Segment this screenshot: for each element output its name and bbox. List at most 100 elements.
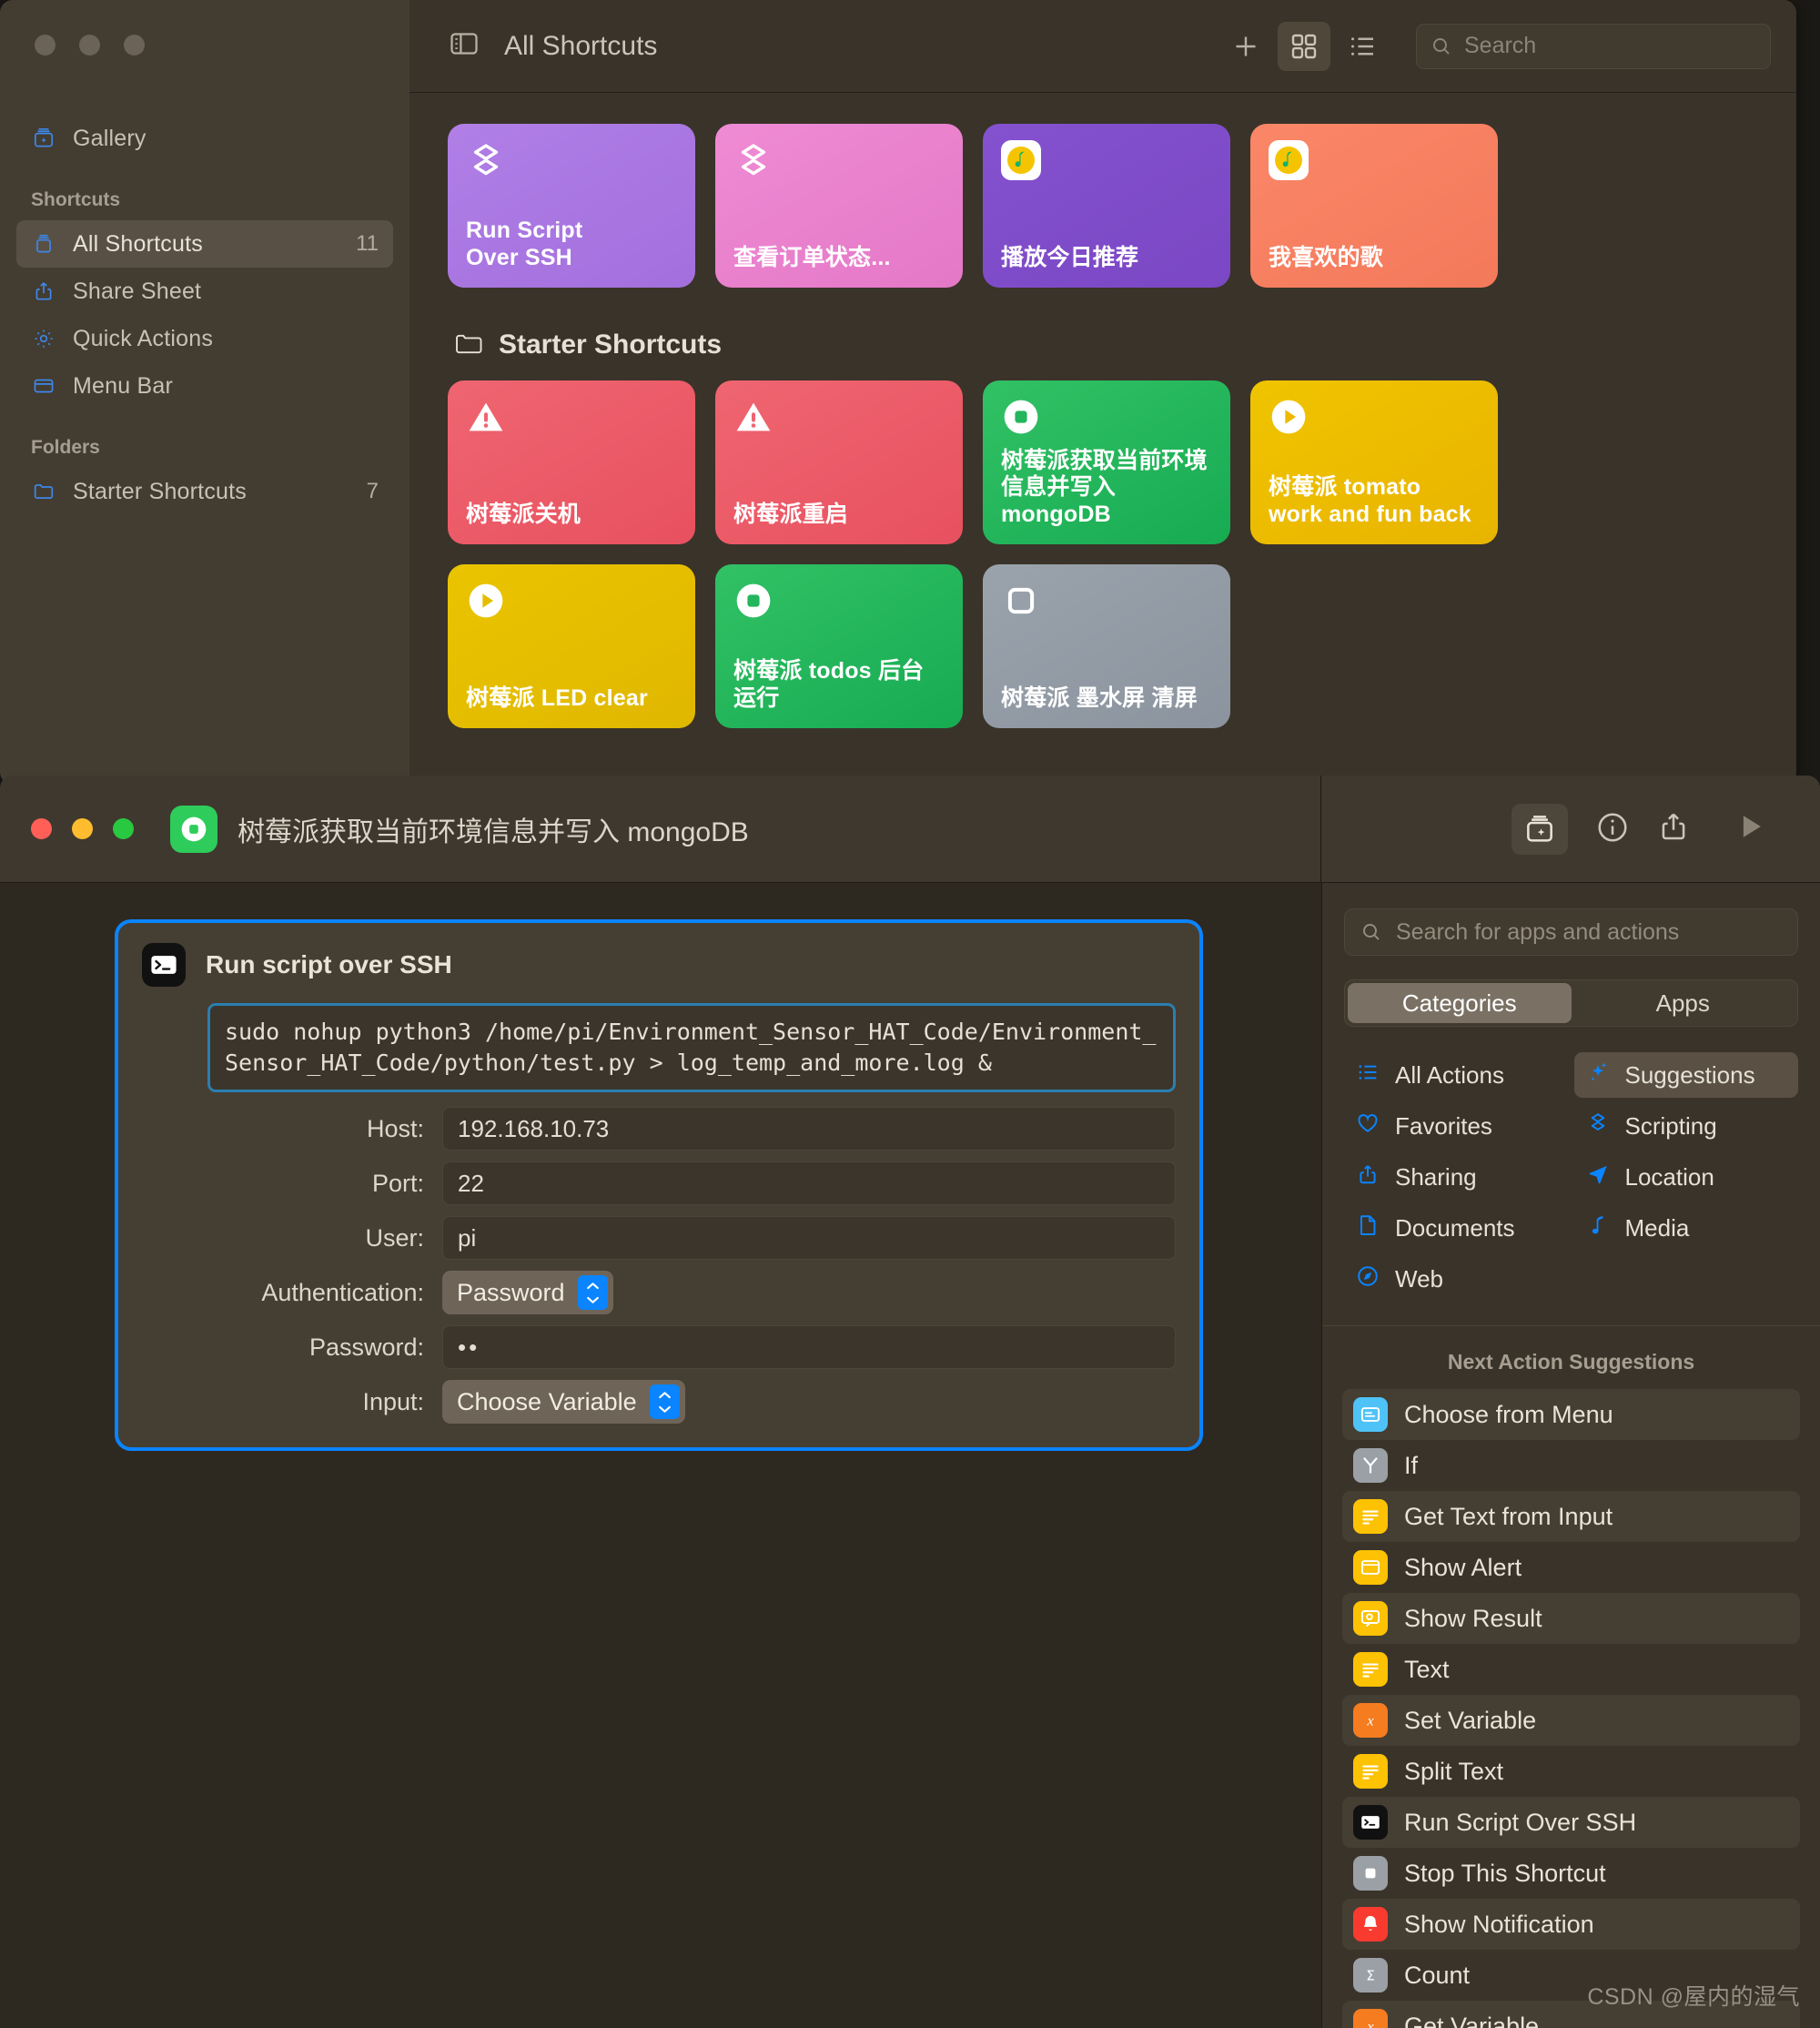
authentication-select-value: Password <box>457 1278 565 1306</box>
shortcut-editor-window: 树莓派获取当前环境信息并写入 mongoDB Run script over S… <box>0 776 1820 2028</box>
category-location[interactable]: Location <box>1574 1154 1799 1200</box>
sidebar-item-menu-bar[interactable]: Menu Bar <box>16 362 393 410</box>
minimize-button[interactable] <box>72 818 93 839</box>
list-view-button[interactable] <box>1336 22 1389 71</box>
shortcut-tile[interactable]: 树莓派 tomato work and fun back <box>1250 380 1498 544</box>
editor-titlebar: 树莓派获取当前环境信息并写入 mongoDB <box>0 776 1820 883</box>
close-button[interactable] <box>31 818 52 839</box>
port-input[interactable]: 22 <box>442 1161 1176 1205</box>
category-all-actions[interactable]: All Actions <box>1344 1052 1569 1098</box>
shortcut-tile[interactable]: 树莓派 todos 后台运行 <box>715 564 963 728</box>
sidebar-item-starter-shortcuts[interactable]: Starter Shortcuts 7 <box>16 468 393 515</box>
terminal-icon <box>142 943 186 987</box>
variable-x-icon: x <box>1353 1703 1388 1738</box>
sidebar-item-label: Gallery <box>73 125 147 151</box>
category-web[interactable]: Web <box>1344 1256 1569 1302</box>
suggestions-list: Choose from Menu If Get Text from Input <box>1322 1389 1820 2028</box>
list-item[interactable]: Get Text from Input <box>1342 1491 1800 1542</box>
shortcuts-library-window: Gallery Shortcuts All Shortcuts 11 Share… <box>0 0 1796 785</box>
action-parameters: Host: 192.168.10.73 Port: 22 User: pi Au… <box>142 1107 1176 1424</box>
add-shortcut-button[interactable] <box>1219 22 1272 71</box>
category-media[interactable]: Media <box>1574 1205 1799 1251</box>
list-item-label: Choose from Menu <box>1404 1400 1613 1428</box>
category-scripting[interactable]: Scripting <box>1574 1103 1799 1149</box>
action-card-run-script-over-ssh[interactable]: Run script over SSH sudo nohup python3 /… <box>115 919 1203 1451</box>
shortcut-tile[interactable]: 我喜欢的歌 <box>1250 124 1498 288</box>
input-variable-value: Choose Variable <box>457 1387 637 1415</box>
editor-canvas: Run script over SSH sudo nohup python3 /… <box>0 883 1321 2028</box>
shortcuts-grid: Run Script Over SSH 查看订单状态... 播放今日推荐 我喜欢… <box>448 124 1758 288</box>
info-icon[interactable] <box>1595 810 1630 849</box>
sidebar-item-label: Starter Shortcuts <box>73 478 247 504</box>
editor-traffic-lights[interactable] <box>31 818 134 839</box>
panel-segmented-control[interactable]: Categories Apps <box>1344 979 1798 1027</box>
svg-text:Σ: Σ <box>1366 1967 1375 1983</box>
shortcut-tile-name: 树莓派重启 <box>733 501 849 527</box>
category-label: Favorites <box>1395 1111 1492 1140</box>
shortcut-tile[interactable]: 树莓派 墨水屏 清屏 <box>983 564 1230 728</box>
sidebar-toggle-icon[interactable] <box>448 27 480 65</box>
authentication-select[interactable]: Password <box>442 1271 613 1314</box>
shortcut-stop-icon <box>170 805 217 853</box>
sidebar-item-label: Quick Actions <box>73 325 214 351</box>
field-row-password: Password: •• <box>142 1325 1176 1369</box>
shortcut-tile-name: 查看订单状态... <box>733 244 891 270</box>
list-item-label: Show Notification <box>1404 1910 1594 1938</box>
category-suggestions[interactable]: Suggestions <box>1573 1052 1798 1098</box>
list-item[interactable]: Stop This Shortcut <box>1342 1848 1800 1899</box>
close-button[interactable] <box>35 35 56 56</box>
list-item[interactable]: Split Text <box>1342 1746 1800 1797</box>
layers-icon <box>733 140 774 180</box>
grid-view-button[interactable] <box>1278 21 1330 71</box>
shortcut-tile[interactable]: 查看订单状态... <box>715 124 963 288</box>
sidebar-item-share-sheet[interactable]: Share Sheet <box>16 268 393 315</box>
editor-body: Run script over SSH sudo nohup python3 /… <box>0 883 1820 2028</box>
maximize-button[interactable] <box>124 35 145 56</box>
search-input[interactable]: Search <box>1416 23 1771 69</box>
shortcut-tile[interactable]: 树莓派重启 <box>715 380 963 544</box>
shortcut-tile[interactable]: 树莓派 LED clear <box>448 564 695 728</box>
play-icon <box>466 581 506 621</box>
list-item[interactable]: Run Script Over SSH <box>1342 1797 1800 1848</box>
list-item[interactable]: If <box>1342 1440 1800 1491</box>
maximize-button[interactable] <box>113 818 134 839</box>
shortcut-tile[interactable]: 树莓派关机 <box>448 380 695 544</box>
field-row-host: Host: 192.168.10.73 <box>142 1107 1176 1151</box>
password-input[interactable]: •• <box>442 1325 1176 1369</box>
tab-categories[interactable]: Categories <box>1348 983 1572 1023</box>
list-item[interactable]: Choose from Menu <box>1342 1389 1800 1440</box>
list-item[interactable]: Show Result <box>1342 1593 1800 1644</box>
field-label: Authentication: <box>261 1278 424 1306</box>
list-item[interactable]: Show Alert <box>1342 1542 1800 1593</box>
action-library-panel: Search for apps and actions Categories A… <box>1321 883 1820 2028</box>
app-root: Gallery Shortcuts All Shortcuts 11 Share… <box>0 0 1820 2028</box>
sidebar-item-gallery[interactable]: Gallery <box>16 115 393 162</box>
minimize-button[interactable] <box>79 35 100 56</box>
shortcut-tile[interactable]: Run Script Over SSH <box>448 124 695 288</box>
shortcut-tile[interactable]: 播放今日推荐 <box>983 124 1230 288</box>
user-input[interactable]: pi <box>442 1216 1176 1260</box>
category-favorites[interactable]: Favorites <box>1344 1103 1569 1149</box>
category-documents[interactable]: Documents <box>1344 1205 1569 1251</box>
list-item[interactable]: Text <box>1342 1644 1800 1695</box>
panel-search-input[interactable]: Search for apps and actions <box>1344 908 1798 956</box>
input-variable-select[interactable]: Choose Variable <box>442 1380 685 1424</box>
list-item-label: Stop This Shortcut <box>1404 1859 1606 1887</box>
list-item[interactable]: x Set Variable <box>1342 1695 1800 1746</box>
window-traffic-lights[interactable] <box>35 35 145 56</box>
shortcut-details-icon[interactable] <box>1512 804 1568 855</box>
category-label: Location <box>1624 1162 1714 1191</box>
field-row-user: User: pi <box>142 1216 1176 1260</box>
sidebar-item-label: Share Sheet <box>73 278 202 304</box>
tab-apps[interactable]: Apps <box>1572 983 1795 1023</box>
sidebar-item-all-shortcuts[interactable]: All Shortcuts 11 <box>16 220 393 268</box>
host-input[interactable]: 192.168.10.73 <box>442 1107 1176 1151</box>
script-textarea[interactable]: sudo nohup python3 /home/pi/Environment_… <box>207 1003 1176 1092</box>
category-sharing[interactable]: Sharing <box>1344 1154 1569 1200</box>
list-item-label: If <box>1404 1451 1419 1479</box>
text-lines-icon <box>1353 1652 1388 1687</box>
sidebar-section-folders: Folders <box>31 437 100 458</box>
list-item[interactable]: Show Notification <box>1342 1899 1800 1950</box>
shortcut-tile[interactable]: 树莓派获取当前环境信息并写入 mongoDB <box>983 380 1230 544</box>
sidebar-item-quick-actions[interactable]: Quick Actions <box>16 315 393 362</box>
